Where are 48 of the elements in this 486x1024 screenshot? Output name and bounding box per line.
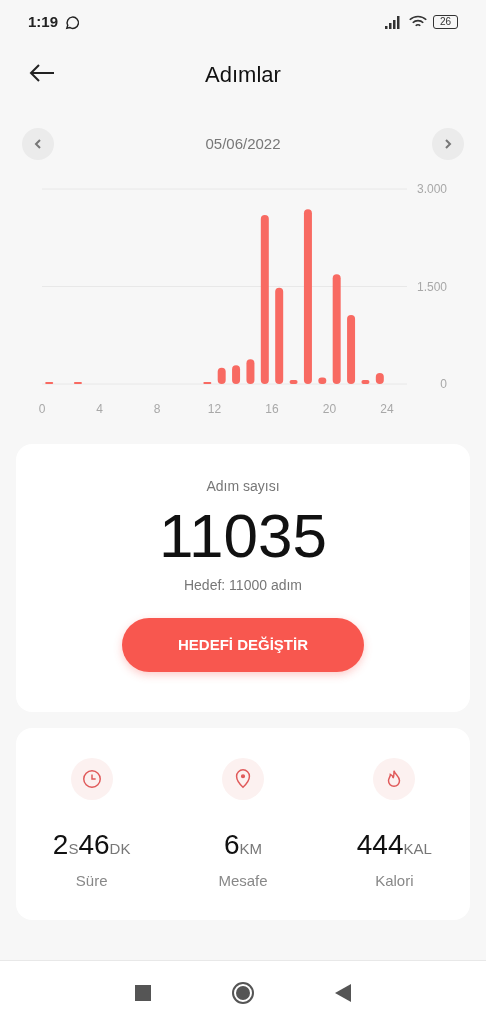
- bar: [217, 367, 226, 384]
- back-button[interactable]: [28, 62, 56, 84]
- bar: [347, 315, 356, 384]
- circle-icon: [231, 980, 255, 1005]
- bar: [246, 359, 255, 384]
- recent-apps-button[interactable]: [135, 984, 151, 1001]
- status-time: 1:19: [28, 11, 59, 32]
- x-tick-label: 12: [207, 402, 222, 416]
- change-goal-button[interactable]: HEDEFİ DEĞİŞTİR: [122, 618, 364, 672]
- date-label: 05/06/2022: [205, 133, 281, 154]
- wifi-icon: [408, 15, 427, 29]
- signal-icon: [384, 15, 403, 29]
- goal-text: Hedef: 11000 adım: [183, 576, 302, 595]
- stat-label: Süre: [75, 871, 108, 891]
- chat-bubble-icon: [64, 13, 82, 31]
- stat-value: 6KM: [223, 828, 263, 862]
- x-tick-label: 0: [38, 402, 46, 416]
- battery-indicator: 26: [432, 15, 458, 29]
- back-nav-button[interactable]: [335, 983, 351, 1002]
- clock-icon: [80, 768, 103, 790]
- page-title: Adımlar: [205, 60, 281, 89]
- home-button[interactable]: [231, 980, 255, 1005]
- bar: [232, 365, 241, 384]
- x-tick-label: 8: [153, 402, 161, 416]
- triangle-icon: [335, 983, 351, 1002]
- bar: [318, 377, 327, 384]
- previous-date-button[interactable]: [22, 128, 54, 160]
- chevron-right-icon: [444, 138, 452, 150]
- y-tick-label: 0: [440, 377, 447, 391]
- chevron-left-icon: [34, 138, 42, 150]
- x-tick-label: 20: [322, 402, 337, 416]
- y-tick-label: 3.000: [416, 182, 447, 196]
- x-tick-label: 16: [265, 402, 279, 416]
- back-arrow-icon: [28, 62, 56, 84]
- next-date-button[interactable]: [432, 128, 464, 160]
- steps-count: 11035: [159, 501, 327, 571]
- stat-value: 2S46DK: [52, 828, 131, 862]
- stat-label: Kalori: [375, 871, 414, 891]
- x-tick-label: 4: [96, 402, 103, 416]
- square-icon: [135, 984, 151, 1001]
- x-tick-label: 24: [380, 402, 394, 416]
- stat-value: 444KAL: [356, 828, 432, 862]
- steps-label: Adım sayısı: [206, 477, 280, 496]
- bar: [375, 372, 384, 384]
- stat-label: Mesafe: [218, 871, 268, 891]
- bar: [361, 380, 370, 384]
- bar: [289, 380, 298, 384]
- y-tick-label: 1.500: [416, 279, 447, 294]
